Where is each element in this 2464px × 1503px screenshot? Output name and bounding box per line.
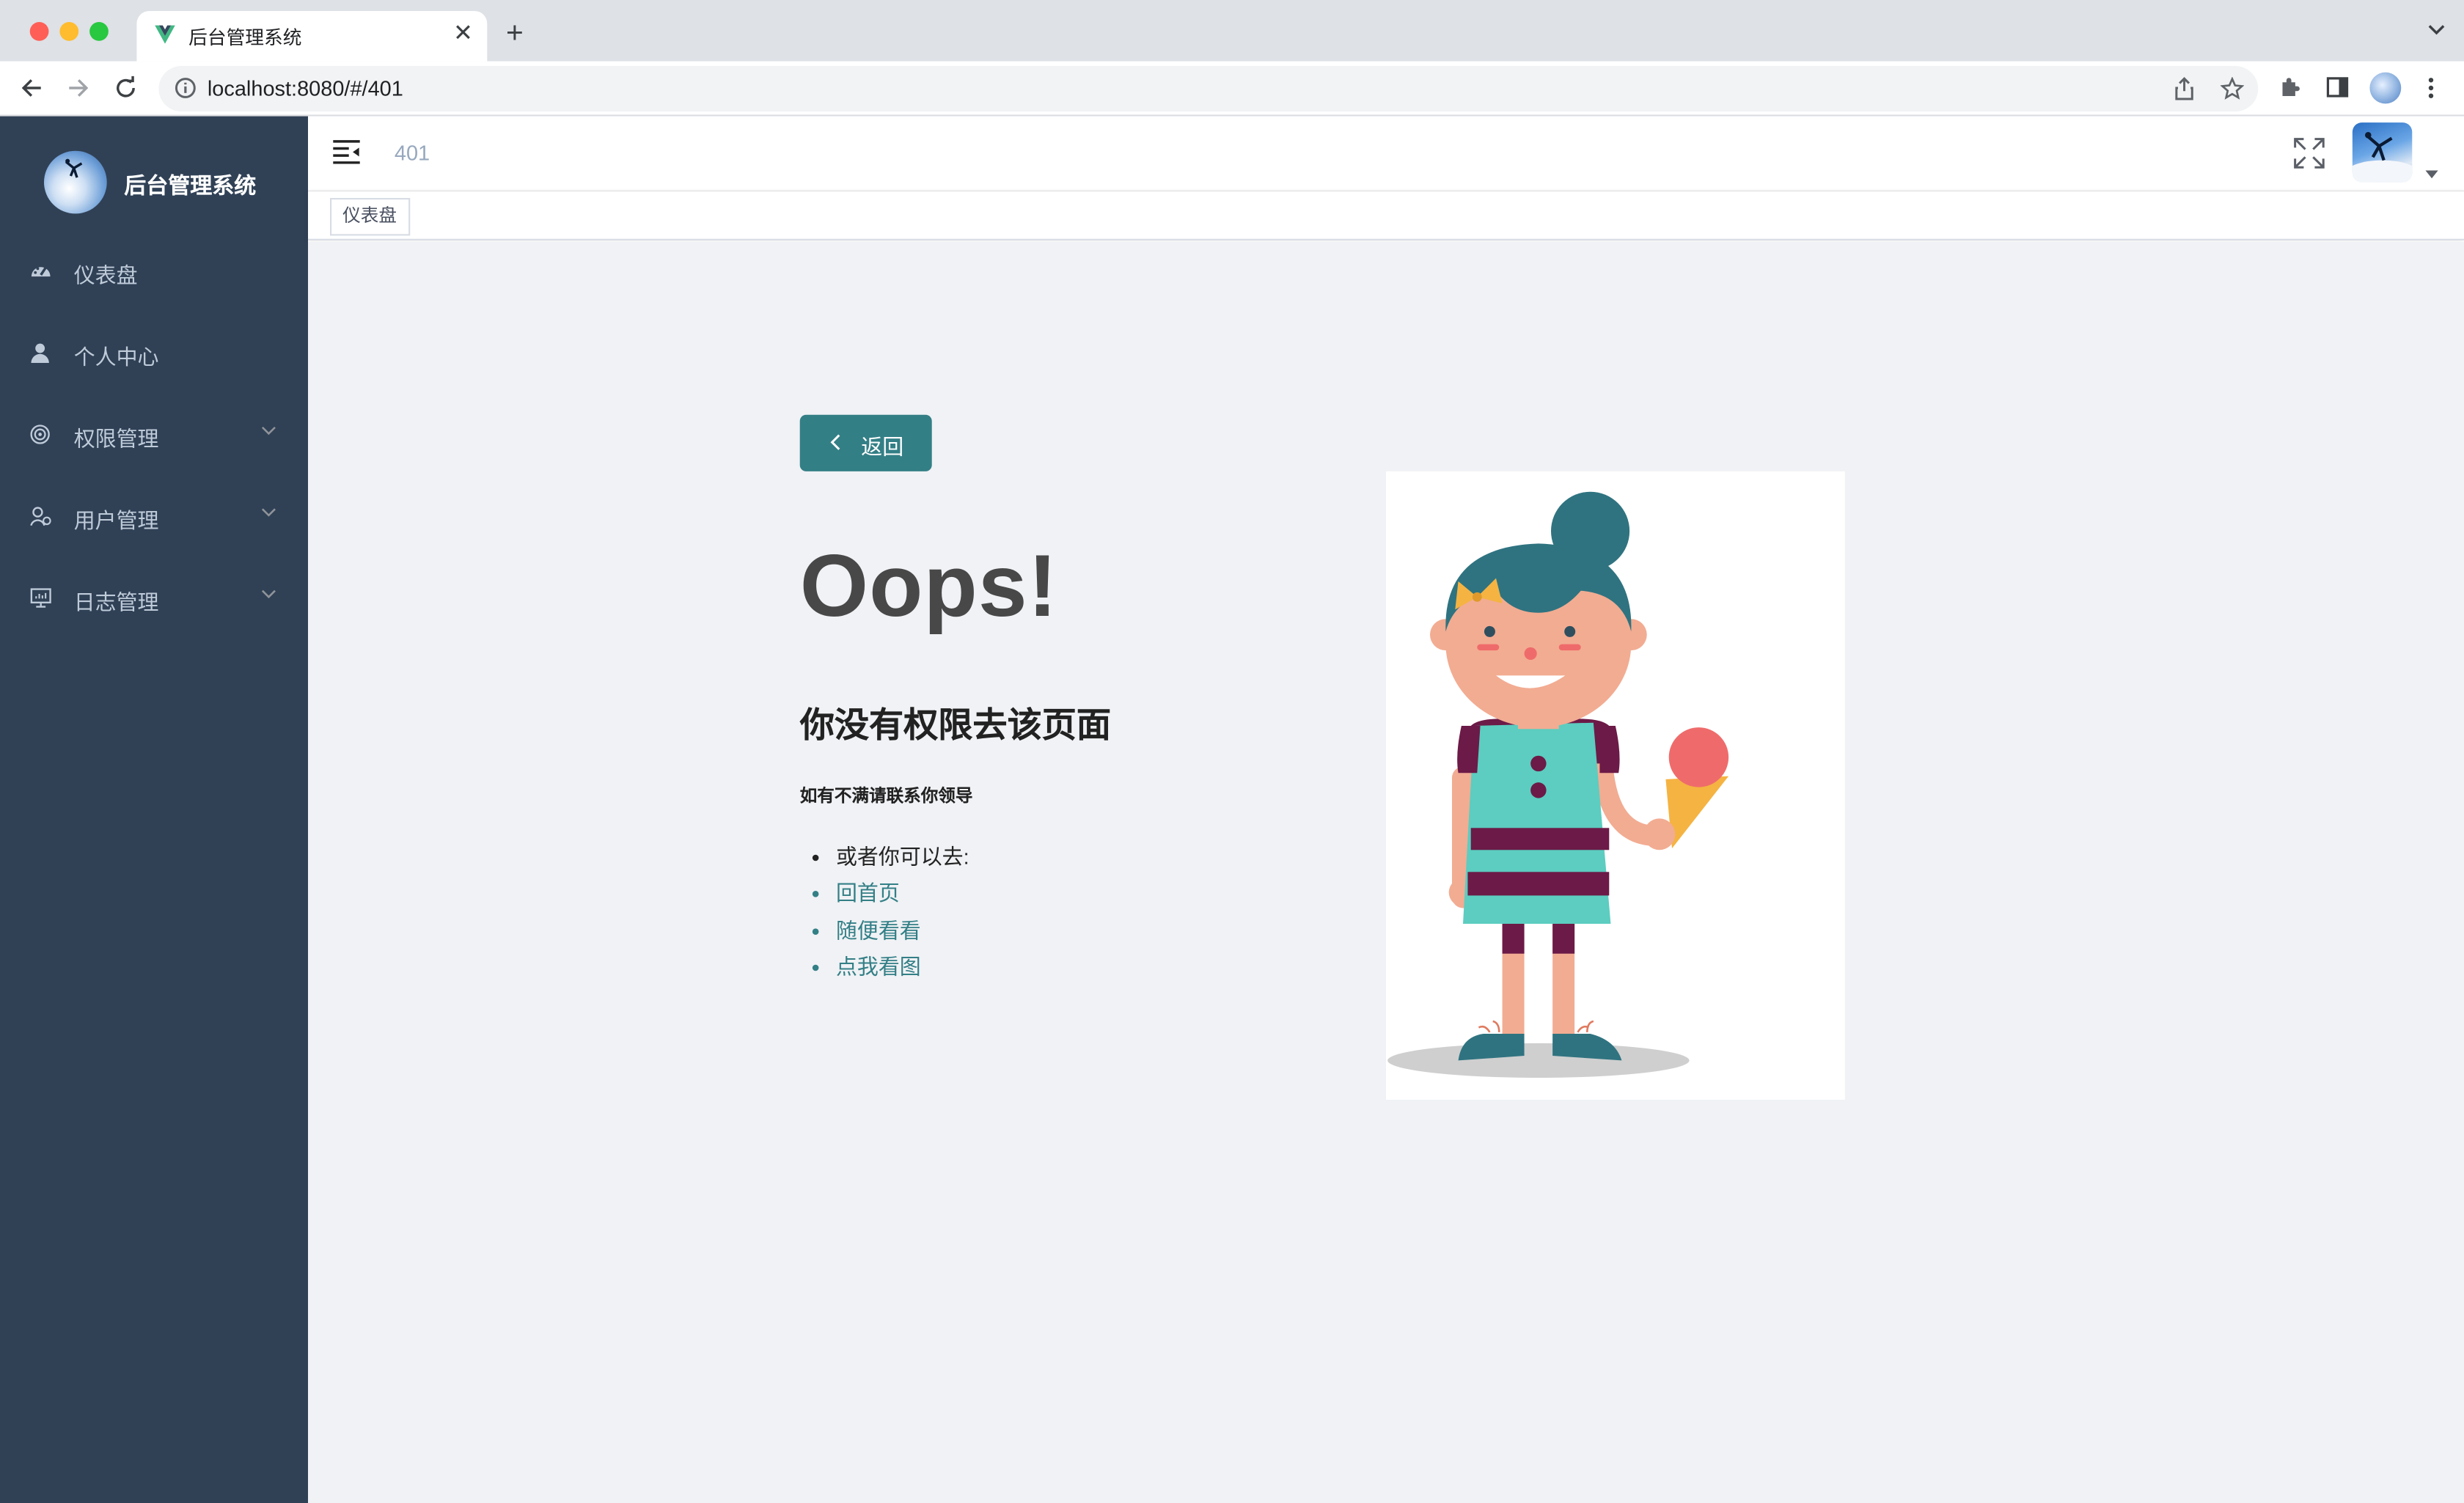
user-avatar[interactable] xyxy=(2352,122,2413,183)
error-note: 如有不满请联系你领导 xyxy=(799,787,973,806)
main-content: 返回 Oops! 你没有权限去该页面 如有不满请联系你领导 或者你可以去: 回首… xyxy=(308,242,2464,1503)
profile-avatar-icon[interactable] xyxy=(2369,72,2402,104)
sidebar-item-label: 仪表盘 xyxy=(73,264,138,288)
link-browse[interactable]: 随便看看 xyxy=(836,913,969,949)
breadcrumb: 401 xyxy=(394,141,430,165)
window-zoom-button[interactable] xyxy=(89,22,109,41)
back-button[interactable]: 返回 xyxy=(799,414,932,471)
forward-arrow-icon[interactable] xyxy=(66,76,91,100)
suggestion-list: 或者你可以去: 回首页 随便看看 点我看图 xyxy=(836,839,969,986)
logo-icon[interactable] xyxy=(44,150,107,214)
sidebar-toggle-icon[interactable] xyxy=(331,139,362,165)
sidebar-item-label: 用户管理 xyxy=(73,509,159,533)
sidebar-item-logs[interactable]: 日志管理 xyxy=(0,556,308,638)
extensions-puzzle-icon[interactable] xyxy=(2278,76,2302,99)
user-management-icon xyxy=(30,507,51,526)
bookmark-star-icon[interactable] xyxy=(2220,77,2244,100)
link-view-image[interactable]: 点我看图 xyxy=(836,949,969,986)
url-text[interactable]: localhost:8080/#/401 xyxy=(208,77,403,100)
site-info-icon[interactable] xyxy=(175,77,197,99)
sidebar-item-label: 日志管理 xyxy=(73,590,159,614)
sidebar: 后台管理系统 仪表盘 个人中心 权限管理 用户管理 日志管理 xyxy=(0,116,308,1503)
tab-search-chevron-icon[interactable] xyxy=(2428,23,2446,36)
error-subtitle: 你没有权限去该页面 xyxy=(799,705,1112,745)
side-panel-icon[interactable] xyxy=(2325,76,2349,99)
girl-with-ice-cream-illustration xyxy=(1387,491,1729,1078)
app-header: 401 xyxy=(308,116,2464,191)
permission-target-icon xyxy=(30,425,50,444)
dashboard-icon xyxy=(31,267,51,277)
sidebar-item-dashboard[interactable]: 仪表盘 xyxy=(0,229,308,311)
new-tab-icon[interactable]: + xyxy=(506,18,524,51)
tab-title: 后台管理系统 xyxy=(188,26,302,49)
browser-toolbar: localhost:8080/#/401 xyxy=(0,61,2464,117)
link-home[interactable]: 回首页 xyxy=(836,875,969,912)
back-arrow-icon[interactable] xyxy=(19,76,44,100)
caret-down-icon[interactable] xyxy=(2424,169,2438,179)
user-icon xyxy=(31,343,49,363)
chevron-down-icon xyxy=(261,589,276,599)
window-minimize-button[interactable] xyxy=(59,22,79,41)
sidebar-item-profile[interactable]: 个人中心 xyxy=(0,311,308,392)
browser-tab[interactable]: 后台管理系统 ✕ xyxy=(136,11,488,62)
chevron-down-icon xyxy=(261,508,276,517)
error-illustration xyxy=(1386,471,1845,1100)
chevron-left-icon xyxy=(830,434,840,450)
list-item-intro: 或者你可以去: xyxy=(836,839,969,875)
screen: 后台管理系统 ✕ + localhost:8080/#/401 后台管理系统 仪… xyxy=(0,0,2464,1503)
chevron-down-icon xyxy=(261,426,276,436)
tab-close-icon[interactable]: ✕ xyxy=(453,21,473,47)
browser-tab-strip: 后台管理系统 ✕ + xyxy=(0,0,2464,62)
error-headline: Oops! xyxy=(799,535,1058,635)
sidebar-item-users[interactable]: 用户管理 xyxy=(0,474,308,556)
address-bar[interactable]: localhost:8080/#/401 xyxy=(158,66,2259,112)
fullscreen-icon[interactable] xyxy=(2292,136,2325,169)
reload-icon[interactable] xyxy=(113,76,138,100)
tags-view: 仪表盘 xyxy=(308,190,2464,240)
sidebar-title[interactable]: 后台管理系统 xyxy=(124,169,256,201)
share-icon[interactable] xyxy=(2174,77,2196,100)
vue-favicon-icon xyxy=(155,25,175,44)
window-close-button[interactable] xyxy=(29,22,49,41)
sidebar-item-permissions[interactable]: 权限管理 xyxy=(0,393,308,474)
monitor-log-icon xyxy=(30,588,51,608)
browser-menu-icon[interactable] xyxy=(2420,76,2442,100)
sidebar-item-label: 权限管理 xyxy=(73,427,159,451)
back-button-label: 返回 xyxy=(861,435,904,459)
sidebar-item-label: 个人中心 xyxy=(73,345,159,370)
tag-dashboard[interactable]: 仪表盘 xyxy=(330,198,410,236)
